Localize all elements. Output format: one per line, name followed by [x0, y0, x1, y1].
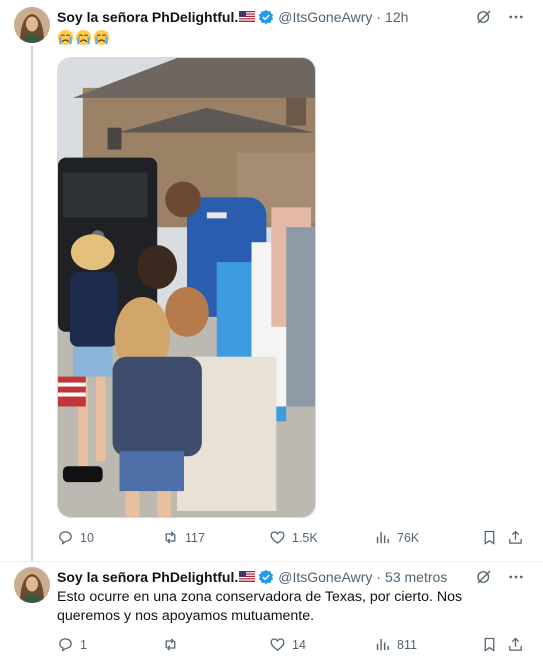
tweet-photo[interactable] — [57, 57, 316, 518]
share-icon — [509, 530, 522, 544]
views-button[interactable]: 811 — [374, 636, 417, 653]
bookmark-button[interactable] — [481, 529, 498, 546]
view-count: 811 — [397, 637, 417, 652]
tweet-header: Soy la señora PhDelightful. @ItsGoneAwry… — [57, 568, 447, 586]
more-icon[interactable] — [507, 8, 525, 26]
timestamp[interactable]: 12h — [385, 8, 408, 26]
like-count: 1.5K — [292, 530, 318, 545]
like-count: 14 — [292, 637, 306, 652]
avatar-image — [14, 7, 50, 43]
repost-icon — [165, 531, 176, 544]
grok-icon[interactable] — [475, 8, 493, 26]
action-bar: 10 117 1.5K 76K — [57, 529, 527, 549]
bookmark-button[interactable] — [481, 636, 498, 653]
repost-button[interactable]: 117 — [162, 529, 205, 546]
grok-icon[interactable] — [475, 568, 493, 586]
reply-icon — [59, 638, 72, 652]
separator-dot: · — [376, 9, 382, 25]
views-button[interactable]: 76K — [374, 529, 419, 546]
verified-badge-icon[interactable] — [258, 9, 274, 25]
view-count: 76K — [397, 530, 420, 545]
tweet-text — [57, 29, 110, 46]
photo-astronaut-kids — [58, 58, 315, 517]
crying-face-emoji — [57, 29, 74, 46]
tweet-text: Esto ocurre en una zona conservadora de … — [57, 589, 463, 624]
views-icon — [376, 531, 389, 544]
crying-face-emoji — [93, 29, 110, 46]
like-button[interactable]: 14 — [269, 636, 306, 653]
more-icon[interactable] — [507, 568, 525, 586]
share-button[interactable] — [507, 529, 524, 546]
display-name[interactable]: Soy la señora PhDelightful. — [57, 8, 238, 26]
us-flag-icon — [239, 10, 256, 22]
crying-face-emoji — [75, 29, 92, 46]
tweet-header-icons — [475, 8, 525, 26]
like-icon — [270, 531, 285, 544]
reply-button[interactable]: 1 — [57, 636, 87, 653]
like-icon — [270, 638, 285, 651]
action-bar: 1 14 811 — [57, 636, 527, 656]
separator-dot: · — [376, 569, 382, 585]
repost-button[interactable] — [162, 636, 185, 653]
share-icon — [509, 637, 522, 651]
reply-button[interactable]: 10 — [57, 529, 94, 546]
reply-count: 10 — [80, 530, 94, 545]
tweet-header: Soy la señora PhDelightful. @ItsGoneAwry… — [57, 8, 408, 26]
handle[interactable]: @ItsGoneAwry — [278, 8, 372, 26]
views-icon — [376, 638, 389, 651]
reply-icon — [59, 531, 72, 545]
timestamp[interactable]: 53 metros — [385, 568, 447, 586]
avatar[interactable] — [14, 567, 50, 603]
repost-count: 117 — [185, 530, 205, 545]
share-button[interactable] — [507, 636, 524, 653]
reply-count: 1 — [80, 637, 87, 652]
verified-badge-icon[interactable] — [258, 569, 274, 585]
tweet-1[interactable]: Soy la señora PhDelightful. @ItsGoneAwry… — [0, 0, 543, 561]
bookmark-icon — [484, 530, 495, 545]
avatar-image — [14, 567, 50, 603]
handle[interactable]: @ItsGoneAwry — [278, 568, 372, 586]
like-button[interactable]: 1.5K — [269, 529, 318, 546]
tweet-header-icons — [475, 568, 525, 586]
repost-icon — [165, 638, 176, 651]
thread-line — [31, 46, 33, 561]
avatar[interactable] — [14, 7, 50, 43]
display-name[interactable]: Soy la señora PhDelightful. — [57, 568, 238, 586]
us-flag-icon — [239, 570, 256, 582]
bookmark-icon — [484, 637, 495, 652]
